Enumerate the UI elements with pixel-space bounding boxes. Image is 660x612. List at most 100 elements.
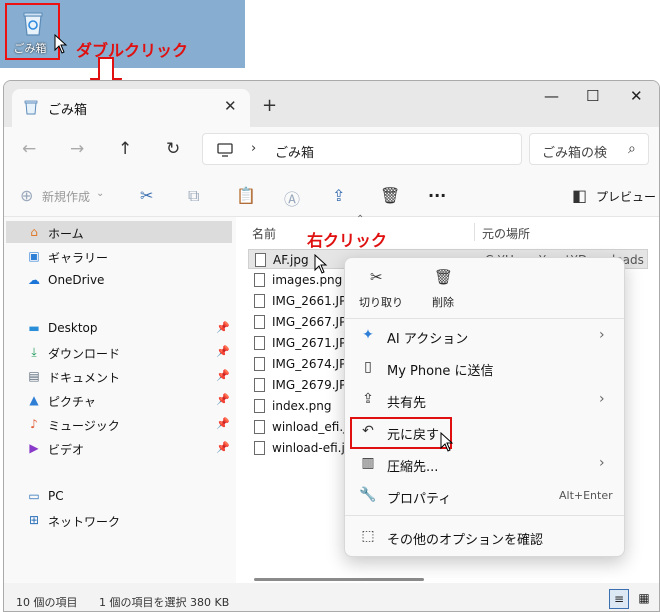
forward-arrow-icon[interactable]: → — [70, 139, 84, 159]
column-header-name[interactable]: 名前 — [252, 225, 276, 242]
pin-icon[interactable]: 📌 — [216, 441, 230, 454]
share-icon[interactable]: ⇪ — [332, 186, 345, 205]
rename-icon[interactable]: Ⓐ — [284, 186, 300, 210]
file-name: images.png — [272, 273, 343, 287]
zip-icon: ▥ — [361, 455, 375, 471]
search-box[interactable]: ごみ箱の検 ⌕ — [529, 133, 649, 165]
ai-sparkle-icon: ✦ — [362, 327, 374, 343]
file-icon — [254, 294, 265, 308]
menu-item-label: 圧縮先... — [387, 460, 439, 475]
search-icon: ⌕ — [628, 141, 636, 157]
close-tab-icon[interactable]: ✕ — [224, 97, 237, 115]
menu-item-label: AI アクション — [387, 332, 469, 347]
wrench-icon: 🔧 — [359, 487, 377, 503]
pin-icon[interactable]: 📌 — [216, 369, 230, 382]
onedrive-icon: ☁ — [28, 273, 40, 287]
cut-icon[interactable]: ✂ — [370, 268, 383, 286]
sidebar-item-home[interactable]: ⌂ ホーム — [6, 221, 232, 243]
horizontal-scrollbar[interactable] — [254, 578, 424, 581]
file-icon — [254, 399, 265, 413]
share-icon: ⇪ — [362, 391, 374, 407]
network-icon: ⊞ — [28, 513, 40, 527]
recycle-bin-label[interactable]: ごみ箱 — [10, 40, 50, 56]
status-bar: 10 個の項目 1 個の項目を選択 380 KB ≡ ▦ — [4, 583, 659, 611]
video-icon: ▶ — [29, 441, 39, 455]
cut-label[interactable]: 切り取り — [359, 294, 403, 310]
menu-item-ai-actions[interactable]: ✦ AI アクション › — [349, 321, 620, 351]
preview-button-label[interactable]: プレビュー — [596, 188, 656, 205]
back-arrow-icon[interactable]: ← — [22, 139, 36, 159]
more-options-icon: ⬚ — [361, 528, 375, 544]
delete-icon[interactable]: 🗑 — [380, 186, 400, 205]
file-icon — [254, 336, 265, 350]
sidebar-item-documents[interactable]: ▤ ドキュメント 📌 — [6, 365, 232, 387]
mouse-cursor-icon — [440, 431, 454, 456]
file-name: index.png — [272, 399, 332, 413]
details-view-icon[interactable]: ≡ — [609, 589, 629, 609]
new-button-label[interactable]: 新規作成 — [42, 188, 90, 205]
pin-icon[interactable]: 📌 — [216, 417, 230, 430]
delete-label[interactable]: 削除 — [432, 294, 454, 310]
sidebar-item-downloads[interactable]: ⤓ ダウンロード 📌 — [6, 341, 232, 363]
menu-separator — [345, 318, 624, 319]
delete-icon[interactable]: 🗑 — [434, 268, 453, 286]
pin-icon[interactable]: 📌 — [216, 393, 230, 406]
recycle-bin-icon[interactable] — [22, 10, 44, 36]
sidebar-item-label: ミュージック — [48, 419, 120, 433]
tab-recycle-bin[interactable]: ごみ箱 ✕ — [12, 89, 250, 127]
tab-bar: ごみ箱 ✕ + — ☐ ✕ — [4, 81, 659, 127]
new-dropdown-chevron-icon[interactable]: ⌄ — [96, 188, 104, 199]
sidebar-item-label: ダウンロード — [48, 347, 121, 361]
menu-item-compress[interactable]: ▥ 圧縮先... › — [349, 449, 620, 479]
cut-icon[interactable]: ✂ — [140, 186, 153, 205]
sidebar-item-label: ネットワーク — [48, 515, 121, 529]
pin-icon[interactable]: 📌 — [216, 345, 230, 358]
sidebar-item-desktop[interactable]: ▬ Desktop 📌 — [6, 317, 232, 339]
column-divider — [474, 223, 475, 241]
file-icon — [254, 357, 265, 371]
sidebar-item-pc[interactable]: ▭ PC — [6, 485, 232, 507]
new-plus-icon[interactable]: ⊕ — [20, 186, 33, 205]
file-name: winload_efi.jp — [272, 420, 355, 434]
menu-item-shortcut: Alt+Enter — [559, 489, 613, 502]
sidebar-item-network[interactable]: ⊞ ネットワーク — [6, 509, 232, 531]
menu-item-label: 共有先 — [387, 396, 427, 411]
maximize-icon[interactable]: ☐ — [586, 87, 599, 105]
navigation-pane: ⌂ ホーム ▣ ギャラリー ☁ OneDrive ▬ Desktop 📌 ⤓ ダ… — [4, 217, 236, 583]
search-placeholder: ごみ箱の検 — [542, 146, 608, 161]
column-header-location[interactable]: 元の場所 — [482, 225, 530, 242]
minimize-icon[interactable]: — — [544, 87, 559, 105]
pin-icon[interactable]: 📌 — [216, 321, 230, 334]
menu-item-label: My Phone に送信 — [387, 364, 494, 379]
command-toolbar: ⊕ 新規作成 ⌄ ✂ ⧉ 📋 Ⓐ ⇪ 🗑 ··· ◧ プレビュー — [4, 175, 659, 217]
sidebar-item-gallery[interactable]: ▣ ギャラリー — [6, 245, 232, 267]
menu-item-properties[interactable]: 🔧 プロパティ Alt+Enter — [349, 481, 620, 511]
sidebar-item-onedrive[interactable]: ☁ OneDrive — [6, 269, 232, 291]
address-text: ごみ箱 — [275, 146, 315, 161]
download-icon: ⤓ — [31, 345, 37, 359]
menu-item-send-to-phone[interactable]: ▯ My Phone に送信 — [349, 353, 620, 383]
new-tab-icon[interactable]: + — [262, 95, 277, 116]
file-icon — [254, 315, 265, 329]
paste-icon[interactable]: 📋 — [236, 186, 256, 205]
refresh-icon[interactable]: ↻ — [166, 139, 180, 159]
sidebar-item-music[interactable]: ♪ ミュージック 📌 — [6, 413, 232, 435]
tiles-view-icon[interactable]: ▦ — [634, 589, 654, 609]
address-bar[interactable]: › ごみ箱 — [202, 133, 522, 165]
copy-icon[interactable]: ⧉ — [188, 186, 199, 206]
up-arrow-icon[interactable]: ↑ — [118, 139, 132, 159]
menu-item-share[interactable]: ⇪ 共有先 › — [349, 385, 620, 415]
menu-item-more-options[interactable]: ⬚ その他のオプションを確認 — [349, 522, 620, 552]
submenu-chevron-icon: › — [599, 391, 605, 407]
close-window-icon[interactable]: ✕ — [630, 87, 643, 105]
more-options-icon[interactable]: ··· — [428, 186, 446, 205]
sidebar-item-label: ホーム — [48, 227, 84, 241]
sidebar-item-label: Desktop — [48, 321, 98, 335]
preview-pane-icon[interactable]: ◧ — [572, 186, 587, 205]
sidebar-item-pictures[interactable]: ▲ ピクチャ 📌 — [6, 389, 232, 411]
document-icon: ▤ — [28, 369, 40, 383]
recycle-bin-tab-icon — [24, 99, 38, 119]
context-menu: ✂ 切り取り 🗑 削除 ✦ AI アクション › ▯ My Phone に送信 … — [344, 257, 625, 557]
sidebar-item-videos[interactable]: ▶ ビデオ 📌 — [6, 437, 232, 459]
pc-icon: ▭ — [28, 489, 40, 503]
